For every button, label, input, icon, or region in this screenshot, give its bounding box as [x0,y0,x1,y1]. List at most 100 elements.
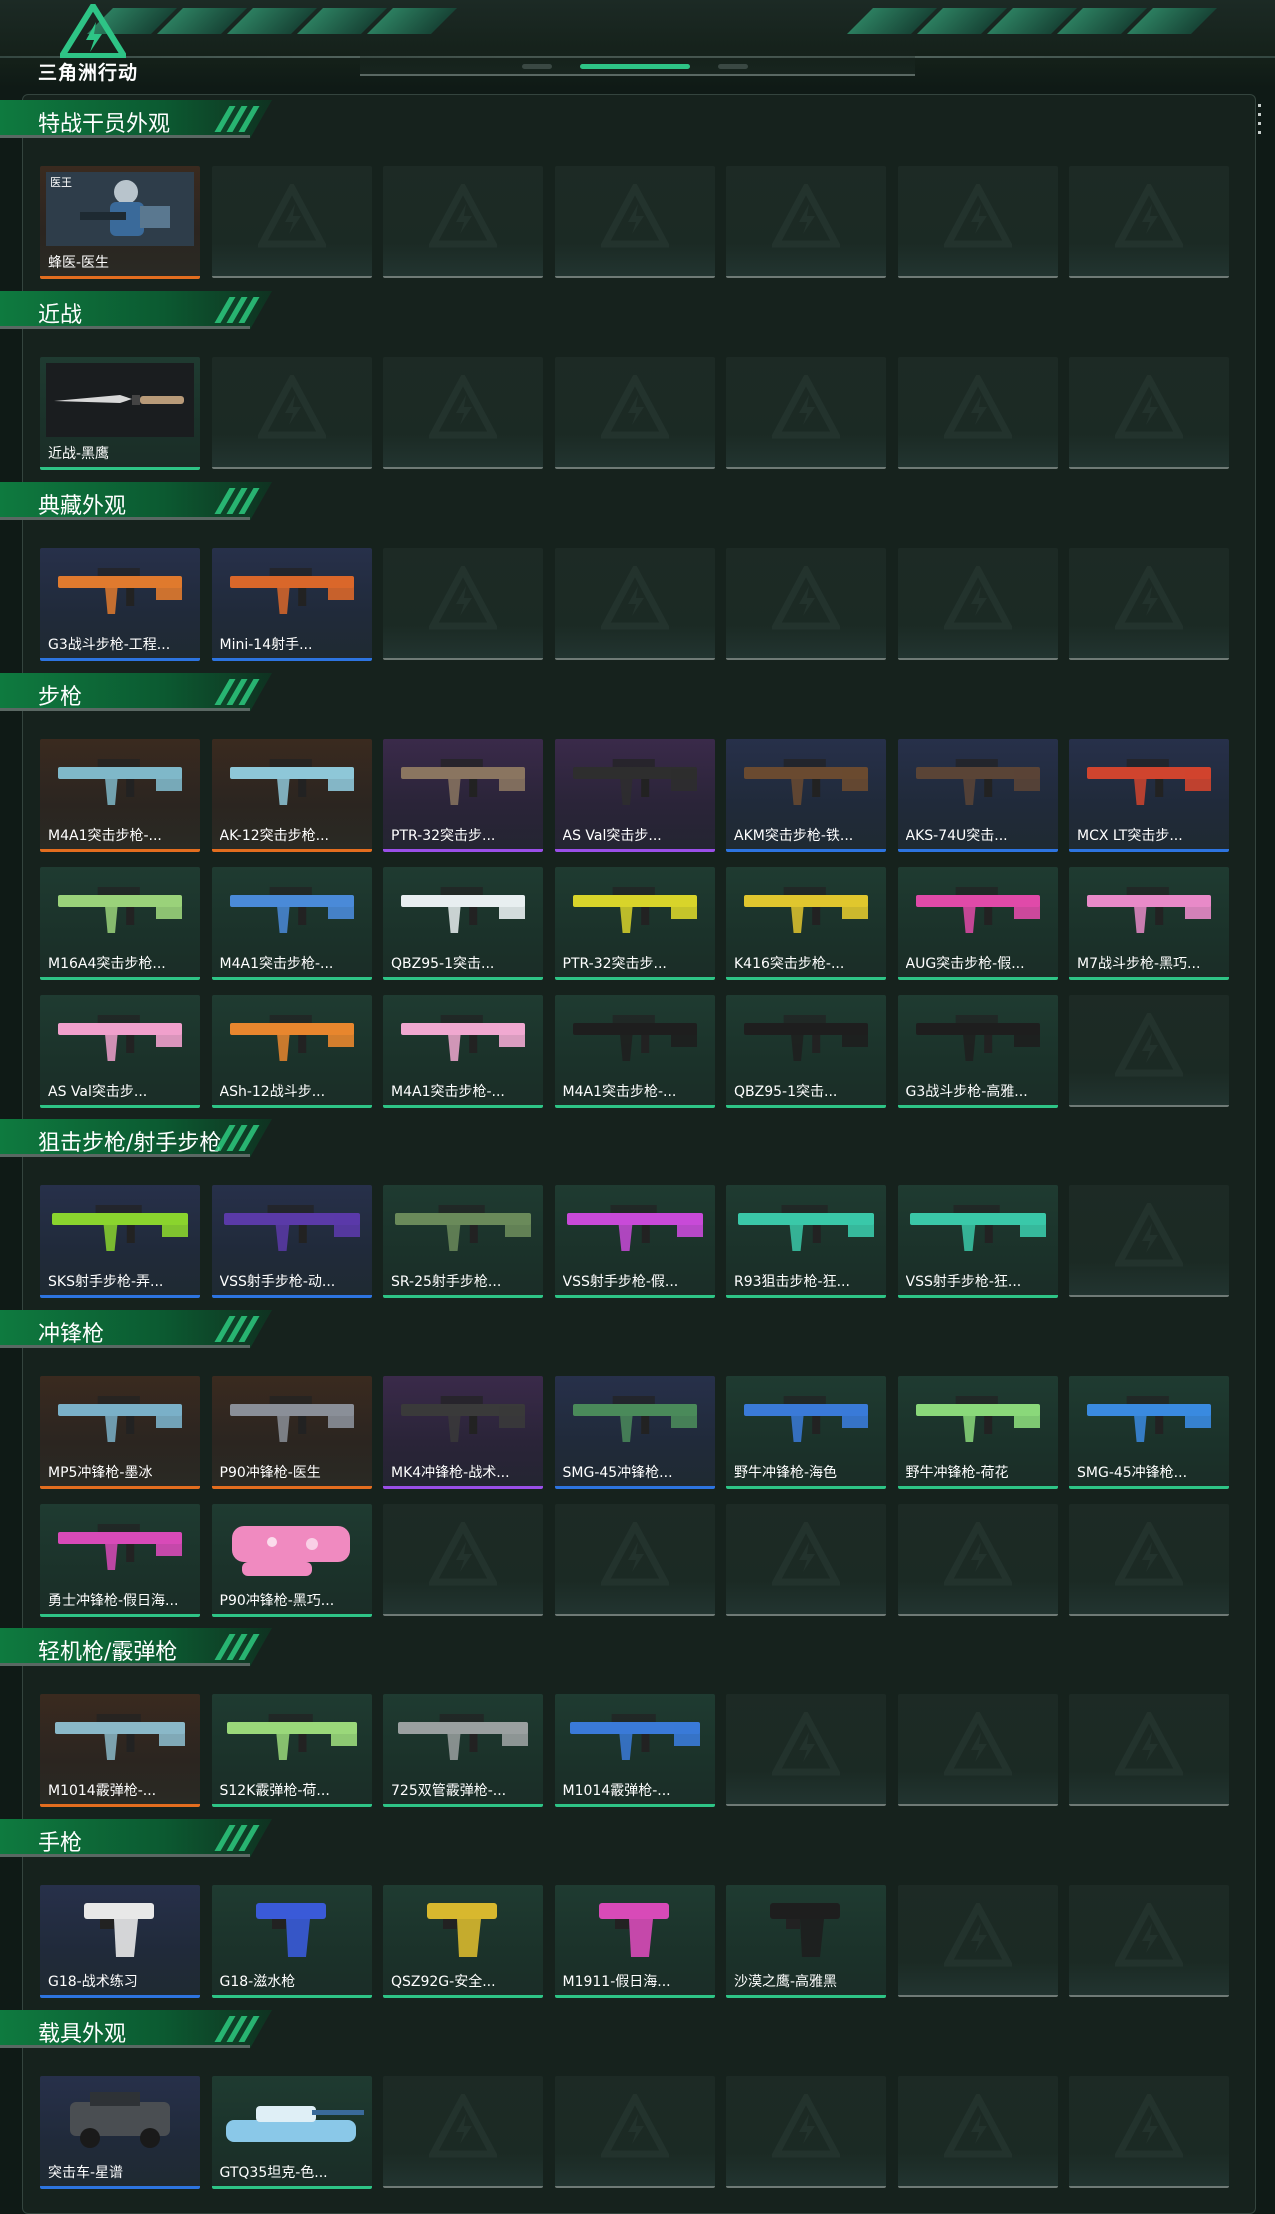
skin-card[interactable]: M16A4突击步枪... [40,867,200,980]
skin-card[interactable]: SMG-45冲锋枪... [554,1376,715,1489]
section-underline [0,2045,251,2048]
skin-card[interactable]: AS Val突击步... [554,739,715,852]
skin-card[interactable]: G18-滋水枪 [211,1885,372,1998]
skin-name: PTR-32突击步... [562,956,667,972]
skin-card[interactable]: 近战-黑鹰 [40,357,200,470]
scroll-indicator[interactable] [1258,104,1262,140]
empty-slot[interactable] [726,1504,886,1616]
empty-slot[interactable] [1069,548,1229,660]
weapon-image [58,1015,182,1061]
skin-card[interactable]: VSS射手步枪-狂... [897,1185,1058,1298]
empty-slot[interactable] [726,166,886,278]
skin-card[interactable]: M4A1突击步枪-... [40,739,200,852]
skin-card[interactable]: 野牛冲锋枪-荷花 [897,1376,1058,1489]
skin-card[interactable]: K416突击步枪-... [726,867,886,980]
empty-slot[interactable] [726,548,886,660]
skin-card[interactable]: 勇士冲锋枪-假日海... [40,1504,200,1617]
empty-slot[interactable] [726,357,886,469]
skin-card[interactable]: M4A1突击步枪-... [211,867,372,980]
skin-card[interactable]: 野牛冲锋枪-海色 [726,1376,886,1489]
empty-slot[interactable] [554,2076,715,2188]
skin-card[interactable]: ASh-12战斗步... [211,995,372,1108]
empty-slot[interactable] [383,1504,543,1616]
skin-card[interactable]: PTR-32突击步... [554,867,715,980]
skin-card[interactable]: VSS射手步枪-动... [211,1185,372,1298]
empty-slot[interactable] [383,357,543,469]
empty-slot[interactable] [897,1694,1058,1806]
empty-slot[interactable] [897,166,1058,278]
skin-card[interactable]: QSZ92G-安全... [383,1885,543,1998]
empty-slot[interactable] [1069,1504,1229,1616]
skin-card[interactable]: VSS射手步枪-假... [554,1185,715,1298]
empty-slot[interactable] [1069,1185,1229,1297]
empty-slot[interactable] [554,357,715,469]
section-title: 载具外观 [38,2022,127,2047]
skin-card[interactable]: AUG突击步枪-假... [897,867,1058,980]
skin-card[interactable]: P90冲锋枪-医生 [211,1376,372,1489]
skin-card[interactable]: MP5冲锋枪-墨冰 [40,1376,200,1489]
skin-card[interactable]: G3战斗步枪-高雅... [897,995,1058,1108]
banner-dash [718,64,748,69]
skin-card[interactable]: M1014霰弹枪-... [554,1694,715,1807]
empty-slot[interactable] [726,1694,886,1806]
empty-slot[interactable] [1069,357,1229,469]
skin-card[interactable]: M1911-假日海... [554,1885,715,1998]
empty-slot-logo-icon [600,566,669,630]
empty-slot-logo-icon [1115,2094,1183,2158]
empty-slot[interactable] [1069,2076,1229,2188]
weapon-image [229,1015,354,1061]
skin-card[interactable]: SKS射手步枪-弄... [40,1185,200,1298]
weapon-image [46,363,194,437]
skin-card[interactable]: G18-战术练习 [40,1885,200,1998]
empty-slot[interactable] [726,2076,886,2188]
skin-card[interactable]: AK-12突击步枪... [211,739,372,852]
empty-slot[interactable] [897,1504,1058,1616]
empty-slot[interactable] [897,548,1058,660]
skin-card[interactable]: G3战斗步枪-工程... [40,548,200,661]
skin-name: G3战斗步枪-工程... [48,637,171,653]
empty-slot[interactable] [1069,1694,1229,1806]
empty-slot[interactable] [1069,995,1229,1107]
empty-slot[interactable] [1069,1885,1229,1997]
empty-slot[interactable] [1069,166,1229,278]
skin-card[interactable]: AKS-74U突击... [897,739,1058,852]
skin-card[interactable]: M7战斗步枪-黑巧... [1069,867,1229,980]
section-underline [0,135,251,138]
empty-slot[interactable] [383,166,543,278]
empty-slot[interactable] [383,2076,543,2188]
empty-slot[interactable] [554,548,715,660]
skin-card[interactable]: P90冲锋枪-黑巧... [211,1504,372,1617]
skin-card[interactable]: 沙漠之鹰-高雅黑 [726,1885,886,1998]
empty-slot[interactable] [897,1885,1058,1997]
empty-slot-logo-icon [429,184,497,248]
empty-slot[interactable] [211,166,372,278]
skin-card[interactable]: PTR-32突击步... [383,739,543,852]
skin-card[interactable]: 725双管霰弹枪-... [383,1694,543,1807]
empty-slot[interactable] [211,357,372,469]
skin-card[interactable]: S12K霰弹枪-荷... [211,1694,372,1807]
skin-card[interactable]: M1014霰弹枪-... [40,1694,200,1807]
skin-card[interactable]: AS Val突击步... [40,995,200,1108]
empty-slot-logo-icon [772,375,840,439]
skin-card[interactable]: M4A1突击步枪-... [554,995,715,1108]
skin-card[interactable]: SR-25射手步枪... [383,1185,543,1298]
skin-card[interactable]: MK4冲锋枪-战术... [383,1376,543,1489]
skin-card[interactable]: QBZ95-1突击... [726,995,886,1108]
weapon-image [255,1903,326,1957]
empty-slot[interactable] [897,2076,1058,2188]
weapon-image [744,759,868,805]
skin-card[interactable]: 医王 蜂医-医生 [40,166,200,279]
empty-slot[interactable] [554,166,715,278]
empty-slot[interactable] [554,1504,715,1616]
empty-slot[interactable] [897,357,1058,469]
skin-card[interactable]: AKM突击步枪-铁... [726,739,886,852]
empty-slot[interactable] [383,548,543,660]
skin-card[interactable]: M4A1突击步枪-... [383,995,543,1108]
skin-card[interactable]: MCX LT突击步... [1069,739,1229,852]
skin-card[interactable]: QBZ95-1突击... [383,867,543,980]
skin-card[interactable]: SMG-45冲锋枪... [1069,1376,1229,1489]
skin-card[interactable]: 突击车-星谱 [40,2076,200,2189]
skin-card[interactable]: R93狙击步枪-狂... [726,1185,886,1298]
skin-card[interactable]: Mini-14射手... [211,548,372,661]
skin-card[interactable]: GTQ35坦克-色... [211,2076,372,2189]
